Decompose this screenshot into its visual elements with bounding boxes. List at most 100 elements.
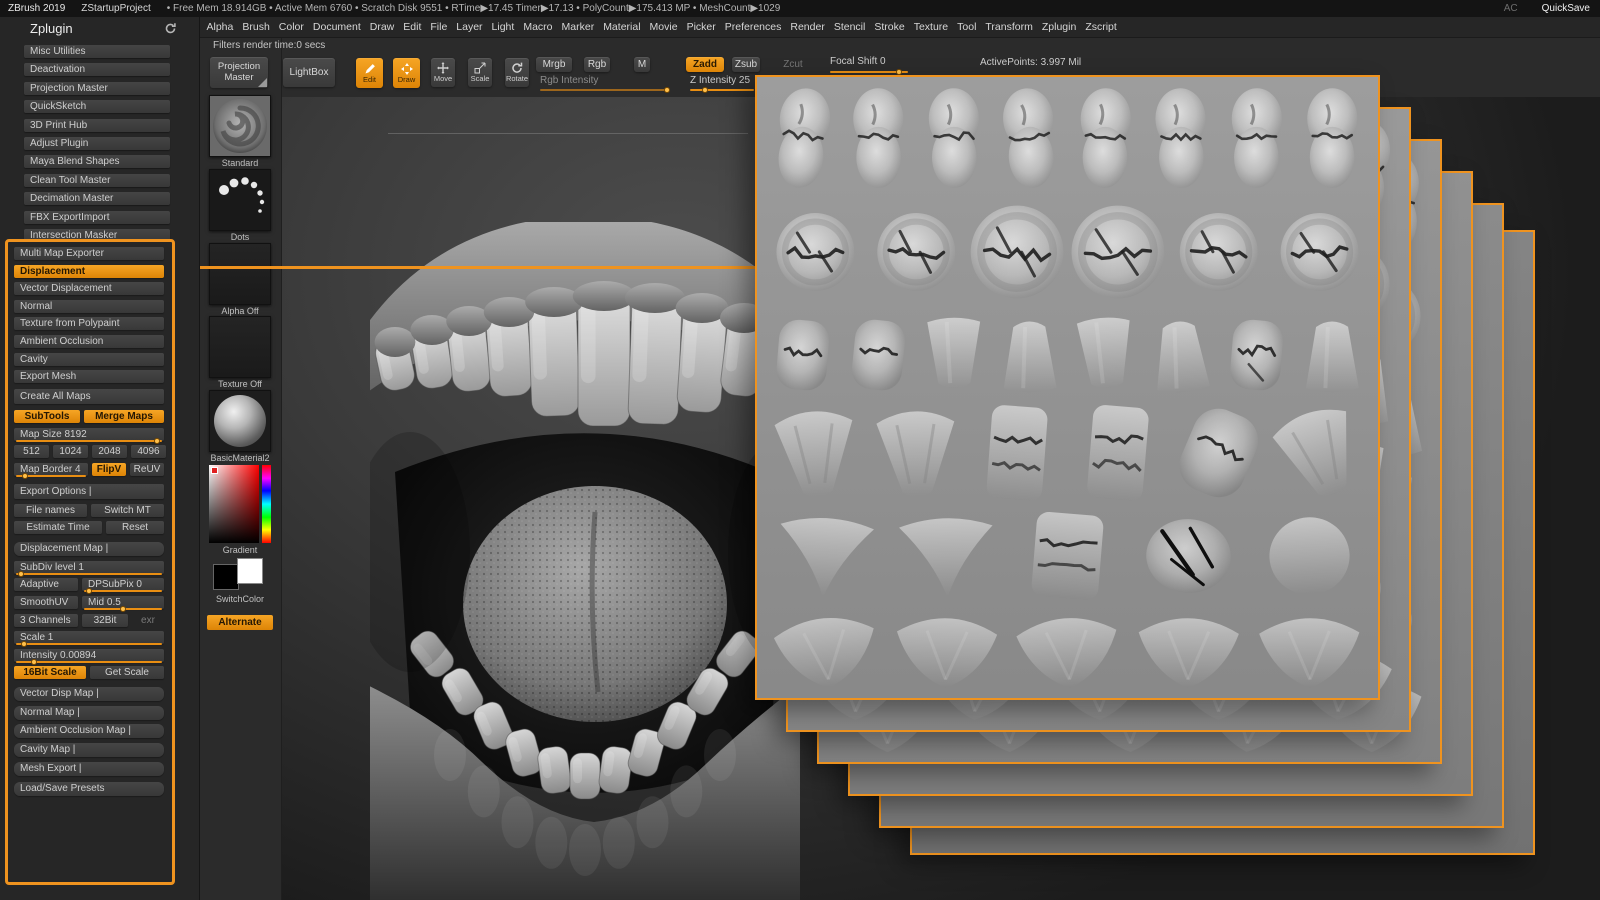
zplugin-item-fbx-exportimport[interactable]: FBX ExportImport — [24, 210, 170, 224]
mme-toggle-normal[interactable]: Normal — [14, 299, 164, 313]
menu-brush[interactable]: Brush — [238, 21, 274, 33]
rgb-button[interactable]: Rgb — [584, 57, 610, 72]
zplugin-item-adjust-plugin[interactable]: Adjust Plugin — [24, 136, 170, 150]
mme-toggle-cavity[interactable]: Cavity — [14, 352, 164, 366]
menu-preferences[interactable]: Preferences — [720, 21, 786, 33]
rgb-intensity-slider[interactable]: Rgb Intensity — [540, 75, 598, 86]
edit-mode-button[interactable]: Edit — [356, 58, 383, 88]
slider-thumb[interactable] — [154, 437, 160, 444]
zplugin-item-quicksketch[interactable]: QuickSketch — [24, 100, 170, 114]
intensity-slider[interactable]: Intensity 0.00894 — [14, 648, 164, 665]
reset-button[interactable]: Reset — [106, 521, 164, 535]
displacement-map-section[interactable]: Displacement Map | — [14, 542, 164, 557]
mid-slider[interactable]: Mid 0.5 — [82, 595, 164, 612]
zadd-button[interactable]: Zadd — [686, 57, 724, 72]
adaptive-toggle[interactable]: Adaptive — [14, 578, 78, 592]
menu-color[interactable]: Color — [274, 21, 308, 33]
reload-icon[interactable] — [164, 22, 177, 35]
estimate-time-button[interactable]: Estimate Time — [14, 521, 102, 535]
cavity-map-section[interactable]: Cavity Map | — [14, 743, 164, 758]
exr-toggle[interactable]: exr — [132, 614, 164, 627]
normal-map-section[interactable]: Normal Map | — [14, 705, 164, 720]
map-size-slider[interactable]: Map Size 8192 — [14, 427, 164, 444]
switch-mt-button[interactable]: Switch MT — [91, 503, 164, 517]
rotate-mode-button[interactable]: Rotate — [505, 58, 529, 87]
zplugin-item-misc-utilities[interactable]: Misc Utilities — [24, 45, 170, 58]
mme-toggle-texture-from-polypaint[interactable]: Texture from Polypaint — [14, 317, 164, 331]
scale-mode-button[interactable]: Scale — [468, 58, 492, 87]
create-all-maps-button[interactable]: Create All Maps — [14, 389, 164, 405]
mme-toggle-ambient-occlusion[interactable]: Ambient Occlusion — [14, 334, 164, 348]
saturation-value-square[interactable] — [209, 465, 259, 543]
merge-maps-button[interactable]: Merge Maps — [84, 410, 164, 424]
ac-button[interactable]: AC — [1504, 3, 1518, 14]
smoothuv-toggle[interactable]: SmoothUV — [14, 595, 78, 609]
menu-movie[interactable]: Movie — [645, 21, 682, 33]
color-picker[interactable] — [209, 465, 271, 543]
menu-tool[interactable]: Tool — [953, 21, 981, 33]
slider-thumb[interactable] — [86, 588, 92, 595]
mrgb-button[interactable]: Mrgb — [536, 57, 572, 72]
vector-disp-map-section[interactable]: Vector Disp Map | — [14, 687, 164, 702]
mme-toggle-vector-displacement[interactable]: Vector Displacement — [14, 282, 164, 296]
secondary-color-swatch[interactable] — [237, 558, 263, 584]
rgb-intensity-thumb[interactable] — [664, 87, 670, 93]
menu-edit[interactable]: Edit — [399, 21, 426, 33]
hue-strip[interactable] — [262, 465, 271, 543]
zsub-button[interactable]: Zsub — [732, 57, 760, 72]
focal-shift-slider[interactable]: Focal Shift 0 — [830, 56, 886, 67]
menu-transform[interactable]: Transform — [981, 21, 1037, 33]
slider-thumb[interactable] — [21, 641, 27, 648]
lightbox-button[interactable]: LightBox — [283, 58, 335, 87]
map-size-4096-button[interactable]: 4096 — [131, 445, 166, 459]
menu-marker[interactable]: Marker — [557, 21, 599, 33]
menu-material[interactable]: Material — [599, 21, 645, 33]
menu-macro[interactable]: Macro — [519, 21, 557, 33]
scale-slider[interactable]: Scale 1 — [14, 631, 164, 648]
menu-picker[interactable]: Picker — [682, 21, 720, 33]
zplugin-item-projection-master[interactable]: Projection Master — [24, 81, 170, 95]
subtools-button[interactable]: SubTools — [14, 410, 80, 424]
draw-mode-button[interactable]: Draw — [393, 58, 420, 88]
menu-draw[interactable]: Draw — [365, 21, 399, 33]
mme-toggle-displacement[interactable]: Displacement — [14, 264, 164, 278]
ambient-occlusion-map-section[interactable]: Ambient Occlusion Map | — [14, 724, 164, 739]
mesh-export-section[interactable]: Mesh Export | — [14, 761, 164, 776]
menu-render[interactable]: Render — [786, 21, 829, 33]
alternate-button[interactable]: Alternate — [207, 615, 273, 630]
menu-light[interactable]: Light — [487, 21, 519, 33]
bit16-scale-button[interactable]: 16Bit Scale — [14, 666, 86, 680]
move-mode-button[interactable]: Move — [431, 58, 455, 87]
file-names-button[interactable]: File names — [14, 503, 87, 517]
mme-toggle-export-mesh[interactable]: Export Mesh — [14, 370, 164, 384]
menu-document[interactable]: Document — [308, 21, 365, 33]
menu-texture[interactable]: Texture — [909, 21, 952, 33]
projection-master-button[interactable]: Projection Master — [210, 57, 268, 88]
flipv-button[interactable]: FlipV — [92, 462, 126, 476]
menu-alpha[interactable]: Alpha — [202, 21, 238, 33]
zplugin-item-maya-blend-shapes[interactable]: Maya Blend Shapes — [24, 155, 170, 169]
bit32-toggle[interactable]: 32Bit — [82, 613, 128, 627]
get-scale-button[interactable]: Get Scale — [90, 666, 164, 680]
alpha-picker[interactable] — [209, 243, 271, 305]
zplugin-item-clean-tool-master[interactable]: Clean Tool Master — [24, 173, 170, 187]
slider-thumb[interactable] — [120, 605, 126, 612]
slider-thumb[interactable] — [31, 658, 37, 665]
zplugin-item-deactivation[interactable]: Deactivation — [24, 63, 170, 77]
menu-layer[interactable]: Layer — [452, 21, 487, 33]
zplugin-item-3d-print-hub[interactable]: 3D Print Hub — [24, 118, 170, 132]
subdiv-level-slider[interactable]: SubDiv level 1 — [14, 560, 164, 577]
menu-stencil[interactable]: Stencil — [829, 21, 870, 33]
map-size-1024-button[interactable]: 1024 — [53, 445, 88, 459]
texture-picker[interactable] — [209, 316, 271, 378]
slider-thumb[interactable] — [22, 472, 28, 479]
stroke-picker-dots[interactable] — [209, 169, 271, 231]
menu-zplugin[interactable]: Zplugin — [1037, 21, 1080, 33]
load-save-presets-button[interactable]: Load/Save Presets — [14, 781, 164, 796]
export-options-button[interactable]: Export Options | — [14, 483, 164, 499]
zcut-button[interactable]: Zcut — [780, 57, 806, 72]
map-size-512-button[interactable]: 512 — [14, 445, 49, 459]
m-button[interactable]: M — [634, 57, 650, 72]
slider-thumb[interactable] — [18, 570, 24, 577]
menu-stroke[interactable]: Stroke — [870, 21, 909, 33]
